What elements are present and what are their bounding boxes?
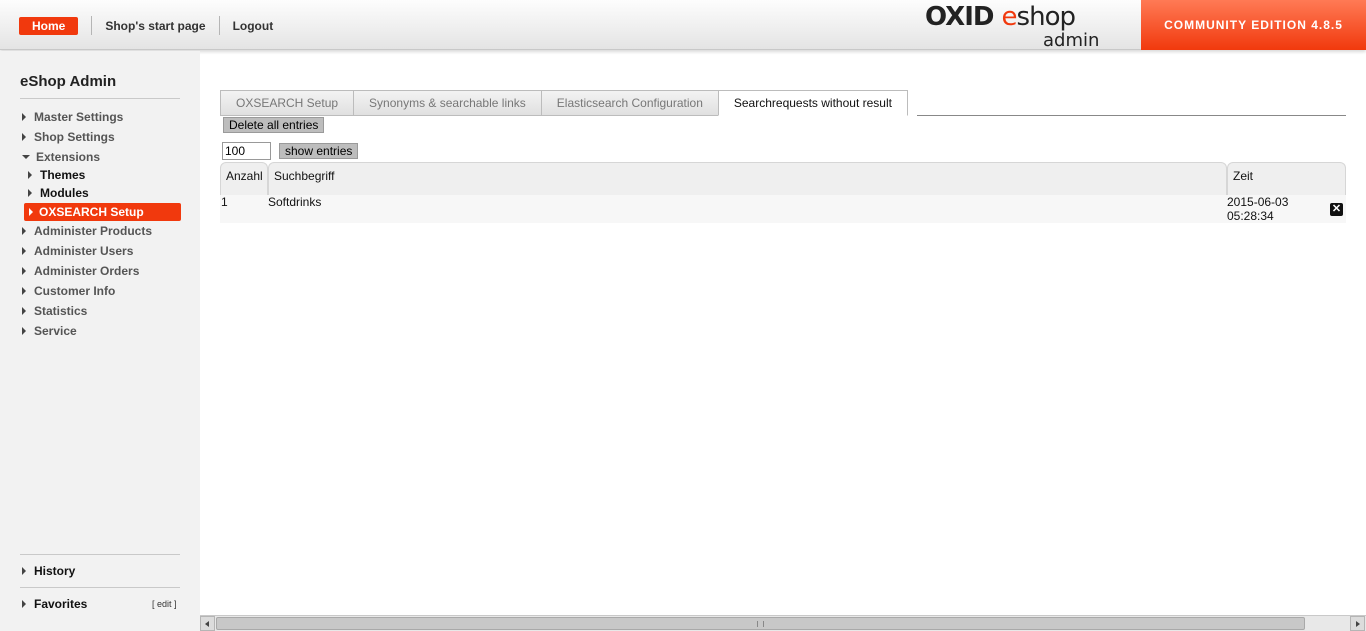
- show-entries-button[interactable]: show entries: [279, 143, 359, 159]
- entries-count-input[interactable]: [222, 142, 271, 160]
- scrollbar-thumb[interactable]: [216, 617, 1305, 630]
- favorites-edit-link[interactable]: [ edit ]: [152, 599, 177, 609]
- arrow-left-icon: [205, 621, 209, 627]
- sidebar-item-shop-settings[interactable]: Shop Settings: [22, 128, 115, 146]
- sidebar-item-statistics[interactable]: Statistics: [22, 302, 87, 320]
- table-row: [220, 195, 1346, 223]
- cell-zeit-date: 2015-06-03: [1227, 195, 1289, 209]
- horizontal-scrollbar[interactable]: [200, 615, 1366, 631]
- tab-bar: OXSEARCH Setup Synonyms & searchable lin…: [220, 90, 908, 116]
- sidebar-item-administer-users[interactable]: Administer Users: [22, 242, 133, 260]
- home-button[interactable]: Home: [19, 16, 79, 35]
- arrow-right-icon: [22, 227, 26, 235]
- arrow-right-icon: [22, 267, 26, 275]
- shop-start-page-link[interactable]: Shop's start page: [105, 19, 205, 33]
- arrow-right-icon: [22, 307, 26, 315]
- sidebar-item-administer-orders[interactable]: Administer Orders: [22, 262, 139, 280]
- arrow-right-icon: [29, 208, 33, 216]
- nav-divider: [218, 16, 220, 35]
- sidebar-item-administer-products[interactable]: Administer Products: [22, 222, 152, 240]
- sidebar-divider: [20, 554, 180, 555]
- delete-entry-icon[interactable]: ✕: [1330, 203, 1343, 216]
- column-header-zeit[interactable]: Zeit: [1227, 162, 1346, 196]
- sidebar-item-history[interactable]: History: [22, 562, 75, 580]
- admin-sidebar: eShop Admin Master Settings Shop Setting…: [0, 51, 200, 631]
- sidebar-item-favorites[interactable]: Favorites: [22, 595, 87, 613]
- sidebar-title: eShop Admin: [20, 73, 117, 90]
- tab-oxsearch-setup[interactable]: OXSEARCH Setup: [220, 90, 354, 116]
- sidebar-item-oxsearch-setup[interactable]: OXSEARCH Setup: [24, 203, 181, 221]
- arrow-right-icon: [22, 567, 26, 575]
- sidebar-item-themes[interactable]: Themes: [28, 166, 85, 184]
- arrow-right-icon: [28, 189, 32, 197]
- delete-all-entries-button[interactable]: Delete all entries: [223, 117, 325, 133]
- arrow-right-icon: [22, 327, 26, 335]
- cell-zeit-time: 05:28:34: [1227, 209, 1274, 223]
- edition-badge: COMMUNITY EDITION 4.8.5: [1141, 0, 1366, 50]
- logout-link[interactable]: Logout: [233, 19, 274, 33]
- column-header-suchbegriff[interactable]: Suchbegriff: [268, 162, 1227, 196]
- cell-suchbegriff: Softdrinks: [268, 195, 322, 209]
- arrow-right-icon: [22, 287, 26, 295]
- sidebar-item-extensions[interactable]: Extensions: [22, 148, 100, 166]
- sidebar-item-master-settings[interactable]: Master Settings: [22, 108, 123, 126]
- oxid-eshop-logo: OXID eshop admin: [925, 2, 1100, 51]
- sidebar-divider: [20, 587, 180, 588]
- tab-baseline: [917, 115, 1346, 116]
- arrow-right-icon: [22, 247, 26, 255]
- sidebar-item-modules[interactable]: Modules: [28, 184, 89, 202]
- top-navigation: Home Shop's start page Logout: [19, 16, 273, 35]
- scroll-right-button[interactable]: [1350, 616, 1365, 631]
- sidebar-item-service[interactable]: Service: [22, 322, 77, 340]
- grip-icon: [757, 621, 764, 627]
- arrow-down-icon: [22, 155, 30, 159]
- arrow-right-icon: [28, 171, 32, 179]
- tab-searchrequests-without-result[interactable]: Searchrequests without result: [717, 90, 908, 116]
- top-header: Home Shop's start page Logout OXID eshop…: [0, 0, 1366, 51]
- tab-elasticsearch-configuration[interactable]: Elasticsearch Configuration: [540, 90, 718, 116]
- scroll-left-button[interactable]: [200, 616, 215, 631]
- nav-divider: [91, 16, 93, 35]
- sidebar-item-customer-info[interactable]: Customer Info: [22, 282, 115, 300]
- arrow-right-icon: [22, 133, 26, 141]
- cell-anzahl: 1: [221, 195, 228, 209]
- sidebar-divider: [20, 98, 180, 99]
- arrow-right-icon: [22, 600, 26, 608]
- tab-synonyms-searchable-links[interactable]: Synonyms & searchable links: [353, 90, 541, 116]
- arrow-right-icon: [1356, 621, 1360, 627]
- column-header-anzahl[interactable]: Anzahl: [220, 162, 268, 196]
- arrow-right-icon: [22, 113, 26, 121]
